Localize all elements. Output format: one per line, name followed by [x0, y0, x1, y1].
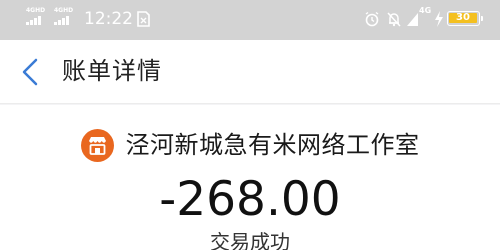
status-bar: 4GHD 4GHD 12:22 4G 30 — [0, 0, 500, 40]
signal-label: 4GHD — [54, 7, 74, 14]
mute-bell-icon — [386, 11, 402, 31]
battery-icon: 30 — [447, 11, 483, 26]
merchant-row: 泾河新城急有米网络工作室 — [0, 127, 500, 163]
sim-card-icon — [137, 11, 150, 27]
signal-strength-icon — [406, 11, 419, 31]
nav-bar: 账单详情 — [0, 40, 500, 104]
transaction-amount: -268.00 — [159, 172, 341, 227]
signal-label: 4GHD — [26, 7, 46, 14]
signal-icon: 4GHD — [26, 8, 48, 28]
merchant-name: 泾河新城急有米网络工作室 — [125, 131, 420, 159]
bill-detail-card: 泾河新城急有米网络工作室 -268.00 交易成功 — [0, 105, 500, 250]
alarm-clock-icon — [364, 11, 380, 31]
transaction-status: 交易成功 — [210, 230, 290, 250]
back-arrow-icon[interactable] — [20, 58, 40, 90]
signal-icon: 4GHD — [54, 8, 76, 28]
shop-icon — [80, 128, 114, 162]
charging-bolt-icon — [434, 11, 444, 31]
page-title: 账单详情 — [62, 57, 162, 85]
network-type: 4G — [419, 6, 432, 15]
status-time: 12:22 — [84, 9, 133, 29]
battery-level: 30 — [456, 12, 470, 23]
